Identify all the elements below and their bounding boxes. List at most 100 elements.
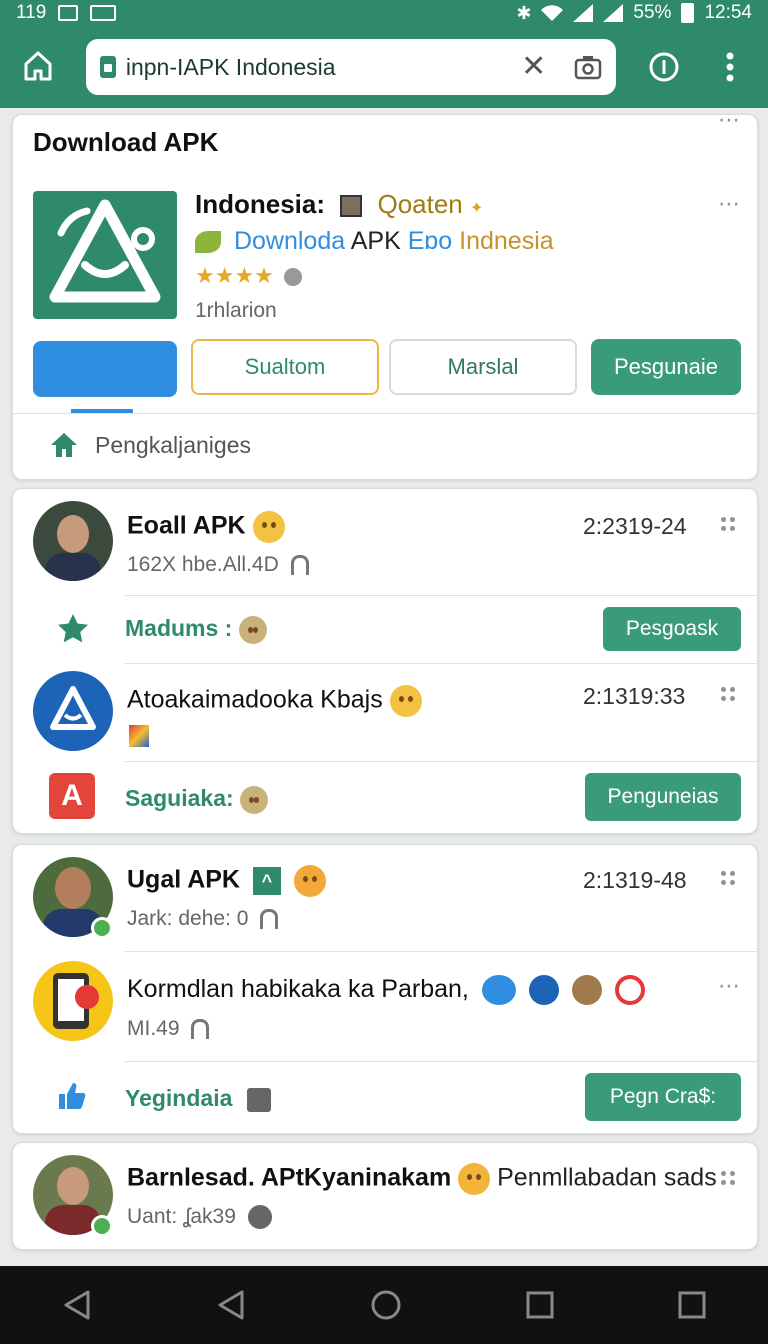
back-icon-2[interactable]: [216, 1289, 246, 1321]
book-icon: [129, 725, 149, 747]
pesgunaie-button[interactable]: Pesgunaie: [591, 339, 741, 395]
signal-icon: [573, 4, 594, 22]
info-icon: [649, 52, 679, 82]
smile-icon: [389, 685, 422, 717]
contact-sub-3: Jark: dehe: 0: [127, 907, 279, 931]
app-triangle-icon: [50, 686, 96, 730]
rating: ★★★★: [195, 263, 303, 289]
download-card: ⋯ Download APK Indonesia: Qoaten ✦ Downl…: [12, 109, 758, 480]
app-title-row: Indonesia: Qoaten ✦: [195, 189, 483, 220]
wifi-icon: [541, 5, 564, 21]
archive-icon: [290, 555, 309, 576]
timestamp-3: 2:1319-48: [583, 867, 687, 893]
row-divider: [125, 1061, 757, 1062]
face-icon: [240, 785, 269, 814]
card-more-icon[interactable]: ⋯: [718, 109, 741, 131]
bluetooth-icon: ✱: [516, 2, 532, 23]
contact-name-4[interactable]: Kormdlan habikaka ka Parban,: [127, 975, 645, 1006]
drag-handle-icon[interactable]: [721, 517, 735, 531]
contact-name-3[interactable]: Ugal APK ^: [127, 865, 326, 897]
leaf-icon: [195, 231, 221, 254]
chat-card-1: Eoall APK 2:2319-24 162X hbe.All.4D Madu…: [12, 488, 758, 834]
home-circle-icon[interactable]: [370, 1289, 402, 1321]
face-icon: [571, 975, 602, 1006]
verified-icon: [284, 268, 303, 287]
lock-icon: [99, 56, 116, 78]
timestamp-1: 2:2319-24: [583, 513, 687, 539]
drag-handle-icon[interactable]: [721, 687, 735, 701]
contact-sub-4: MI.49: [127, 1017, 210, 1041]
camera-icon[interactable]: [574, 54, 602, 80]
sparkle-icon: ✦: [470, 200, 484, 217]
pegn-cras-button[interactable]: Pegn Cra$:: [585, 1073, 741, 1121]
contact-name-1[interactable]: Eoall APK: [127, 511, 285, 543]
url-bar[interactable]: inpn-IAPK Indonesia ✕: [85, 39, 617, 95]
row-divider: [125, 951, 757, 952]
subtitle-c: Eɒo: [407, 227, 453, 255]
contact-name-5[interactable]: Barnlesad. APtKyaninakam Penmllabadan sa…: [127, 1163, 717, 1195]
sualtom-button[interactable]: Sualtom: [191, 339, 379, 395]
app-sub-label: 1rhlarion: [195, 299, 277, 322]
drag-handle-icon[interactable]: [721, 1171, 735, 1185]
emoji-icon: [252, 511, 285, 543]
chat-icon: [247, 1205, 272, 1230]
url-text: inpn-IAPK Indonesia: [125, 53, 336, 80]
house-icon: [51, 433, 77, 457]
notification-icon: [58, 5, 79, 21]
footer-row[interactable]: Pengkaljaniges: [49, 431, 251, 459]
system-nav-bar: [0, 1266, 768, 1344]
app-title-extra: Qoaten: [377, 189, 463, 219]
chevron-up-icon: ^: [252, 867, 281, 895]
blue-action-button[interactable]: [33, 341, 177, 397]
subtitle-a: Downloda: [233, 227, 346, 255]
face-icon: [238, 615, 267, 644]
app-subtitle: Downloda APK Eɒo Indnesia: [195, 227, 554, 256]
battery-icon: [681, 3, 695, 23]
row-divider: [125, 663, 757, 664]
pesgoask-button[interactable]: Pesgoask: [603, 607, 741, 651]
card-header: Download APK: [33, 127, 219, 157]
recents-icon[interactable]: [526, 1291, 554, 1319]
chat-bubble-icon: [481, 975, 516, 1006]
app-icon-blue[interactable]: [33, 671, 113, 751]
status-time-left: 119: [16, 2, 47, 23]
info-button[interactable]: [640, 43, 688, 91]
app-more-icon[interactable]: ⋯: [718, 193, 741, 215]
clear-icon[interactable]: ✕: [521, 52, 546, 82]
penguneias-button[interactable]: Penguneias: [585, 773, 741, 821]
thumbs-up-icon: [59, 1083, 86, 1109]
recents-icon-2[interactable]: [678, 1291, 706, 1319]
badge-icon: [246, 1087, 271, 1112]
chat-card-3: Barnlesad. APtKyaninakam Penmllabadan sa…: [12, 1142, 758, 1250]
app-logo: [33, 191, 177, 319]
pdf-icon: A: [49, 773, 95, 819]
archive-icon: [191, 1019, 210, 1040]
row-label-3: Yegindaia: [125, 1085, 271, 1112]
avatar-man[interactable]: [33, 501, 113, 581]
back-icon[interactable]: [62, 1289, 92, 1321]
contact-sub-1: 162X hbe.All.4D: [127, 553, 309, 577]
home-icon: [24, 51, 52, 81]
film-icon: [340, 195, 363, 218]
clock: 12:54: [704, 2, 752, 23]
smile-icon: [293, 865, 326, 897]
row-label-2: Saguiaka:: [125, 785, 269, 814]
drag-handle-icon[interactable]: [721, 871, 735, 885]
heart-icon: [75, 985, 99, 1009]
row-label-1: Madums :: [125, 615, 267, 644]
row-divider: [125, 761, 757, 762]
app-logo-icon: [49, 199, 161, 303]
app-icon-phone[interactable]: [33, 961, 113, 1041]
app-title: Indonesia:: [195, 189, 326, 219]
menu-button[interactable]: [706, 43, 754, 91]
entry-more-icon[interactable]: ⋯: [718, 975, 741, 997]
marslal-button[interactable]: Marslal: [389, 339, 577, 395]
subtitle-b: APK: [350, 227, 401, 255]
status-right: ✱ 55% 12:54: [516, 2, 752, 24]
contact-sub-5: Uant: ʆak39: [127, 1205, 272, 1230]
no-entry-icon: [614, 975, 645, 1006]
star-icon: [58, 614, 88, 643]
home-button[interactable]: [14, 43, 62, 91]
subtitle-d: Indnesia: [459, 227, 554, 255]
contact-name-2[interactable]: Atoakaimadooka Kbajs: [127, 685, 422, 717]
